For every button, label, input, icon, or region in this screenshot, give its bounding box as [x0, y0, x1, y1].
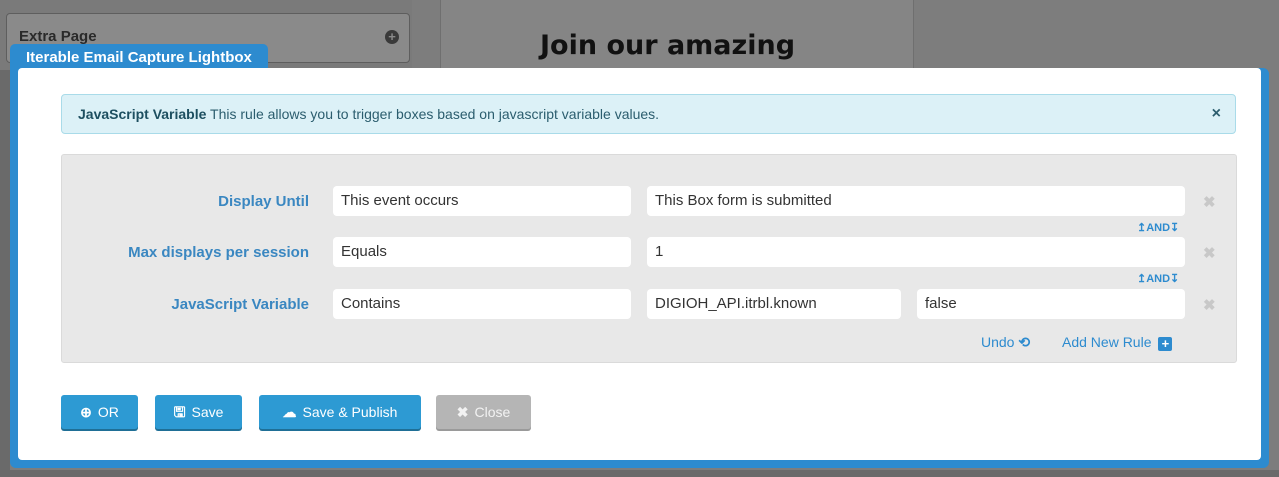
plus-square-icon: +	[1158, 337, 1173, 351]
save-publish-button-label: Save & Publish	[302, 404, 398, 420]
variable-value-input[interactable]: false	[917, 289, 1185, 319]
rule-label-max-displays: Max displays per session	[128, 244, 309, 261]
and-connector-button[interactable]: ↥AND↧	[1137, 272, 1179, 285]
rule-operator-select[interactable]: Equals	[333, 237, 631, 267]
plus-circle-icon: ⊕	[80, 404, 92, 420]
modal-title-tab: Iterable Email Capture Lightbox	[10, 44, 268, 70]
alert-text: This rule allows you to trigger boxes ba…	[206, 106, 660, 122]
remove-rule-icon[interactable]: ✖	[1203, 193, 1216, 211]
close-button-label: Close	[474, 404, 511, 420]
close-icon[interactable]: ×	[1212, 95, 1221, 133]
remove-rule-icon[interactable]: ✖	[1203, 296, 1216, 314]
add-rule-label: Add New Rule	[1062, 334, 1152, 350]
or-button-label: OR	[97, 404, 119, 420]
preview-heading: Join our amazing	[540, 30, 796, 61]
cloud-upload-icon: ☁	[282, 404, 297, 420]
alert-rule-name: JavaScript Variable	[78, 106, 207, 122]
sidebar-item-label: Extra Page	[19, 28, 97, 45]
rule-operator-select[interactable]: This event occurs	[333, 186, 631, 216]
rule-label-javascript-variable: JavaScript Variable	[171, 296, 309, 313]
floppy-icon: 🖫	[173, 404, 186, 420]
rule-editor-modal: JavaScript Variable This rule allows you…	[10, 68, 1269, 468]
remove-rule-icon[interactable]: ✖	[1203, 244, 1216, 262]
save-button-label: Save	[191, 404, 224, 420]
background-bottom	[0, 470, 1279, 477]
add-or-group-button[interactable]: ⊕ OR	[61, 395, 138, 429]
variable-name-input[interactable]: DIGIOH_API.itrbl.known	[647, 289, 901, 319]
save-publish-button[interactable]: ☁ Save & Publish	[259, 395, 421, 429]
rule-info-alert: JavaScript Variable This rule allows you…	[61, 94, 1236, 134]
plus-circle-icon: +	[385, 30, 399, 44]
close-button[interactable]: ✖ Close	[436, 395, 531, 429]
rule-value-select[interactable]: This Box form is submitted	[647, 186, 1185, 216]
rule-value-input[interactable]: 1	[647, 237, 1185, 267]
undo-icon: ⟲	[1018, 334, 1031, 350]
modal-body: JavaScript Variable This rule allows you…	[18, 68, 1261, 460]
close-icon: ✖	[456, 404, 469, 420]
save-button[interactable]: 🖫 Save	[155, 395, 242, 429]
add-new-rule-button[interactable]: Add New Rule +	[1062, 334, 1173, 351]
background-strip	[0, 70, 10, 470]
undo-label: Undo	[981, 334, 1015, 350]
rule-operator-select[interactable]: Contains	[333, 289, 631, 319]
rules-container: Display Until This event occurs This Box…	[61, 154, 1237, 363]
rule-label-display-until: Display Until	[218, 193, 309, 210]
undo-button[interactable]: Undo ⟲	[981, 334, 1030, 351]
and-connector-button[interactable]: ↥AND↧	[1137, 221, 1179, 234]
